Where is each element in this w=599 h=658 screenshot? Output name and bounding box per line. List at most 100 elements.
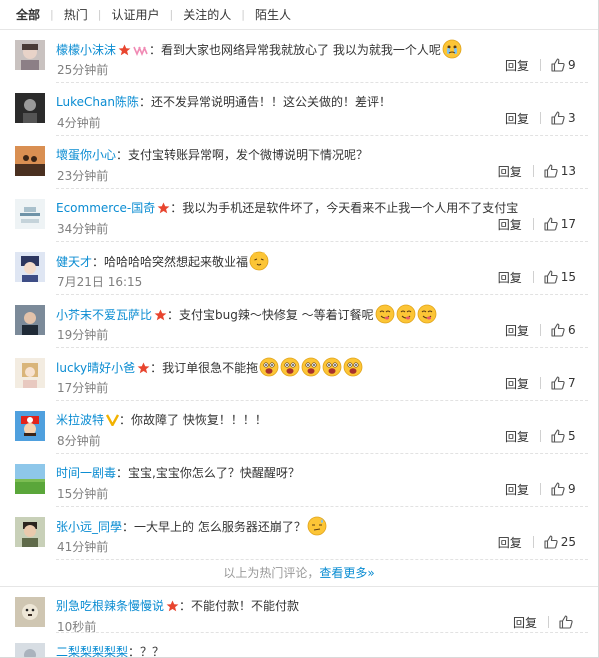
- reply-button[interactable]: 回复: [505, 110, 529, 127]
- reply-button[interactable]: 回复: [498, 163, 522, 180]
- comment-actions: 回复 3: [505, 109, 576, 127]
- like-button[interactable]: 7: [551, 376, 576, 390]
- like-thumb-icon[interactable]: [544, 164, 558, 178]
- like-button[interactable]: 9: [551, 482, 576, 496]
- user-avatar[interactable]: [15, 517, 45, 547]
- user-avatar[interactable]: [15, 643, 45, 657]
- like-thumb-icon[interactable]: [544, 535, 558, 549]
- like-thumb-icon[interactable]: [544, 270, 558, 284]
- user-avatar[interactable]: [15, 252, 45, 282]
- view-more-link[interactable]: 查看更多»: [319, 566, 374, 580]
- vip-member-icon: [133, 46, 148, 56]
- action-divider: [540, 59, 541, 71]
- reply-button[interactable]: 回复: [505, 481, 529, 498]
- verified-star-icon: [166, 600, 179, 612]
- reply-button[interactable]: 回复: [498, 534, 522, 551]
- like-button[interactable]: 6: [551, 323, 576, 337]
- username-link[interactable]: Ecommerce-国奇: [56, 201, 155, 215]
- user-avatar[interactable]: [15, 40, 45, 70]
- hot-footer-text: 以上为热门评论，: [223, 566, 320, 580]
- comment-item: 时间一剧毒：宝宝,宝宝你怎么了？快醒醒呀？ 15分钟前 回复 9: [0, 454, 598, 507]
- comment-text: ：支付宝转账异常啊，发个微博说明下情况呢？: [116, 148, 369, 162]
- username-link[interactable]: 米拉波特: [56, 413, 104, 427]
- tab-verified[interactable]: 认证用户: [111, 6, 159, 23]
- username-link[interactable]: 别急吃根辣条慢慢说: [56, 599, 164, 613]
- username-link[interactable]: LukeChan陈陈: [56, 95, 139, 109]
- comment-item: Ecommerce-国奇 ：我以为手机还是软件坏了，今天看来不止我一个人用不了支付…: [0, 189, 598, 242]
- like-count: 17: [560, 217, 576, 231]
- reply-button[interactable]: 回复: [505, 375, 529, 392]
- reply-button[interactable]: 回复: [505, 322, 529, 339]
- like-count: 7: [568, 376, 576, 390]
- user-avatar[interactable]: [15, 358, 45, 388]
- username-link[interactable]: 檬檬小沫沫: [56, 43, 116, 57]
- like-thumb-icon[interactable]: [551, 323, 565, 337]
- like-button[interactable]: 3: [551, 111, 576, 125]
- reply-button[interactable]: 回复: [513, 614, 537, 631]
- tab-all[interactable]: 全部: [16, 6, 40, 23]
- comment-item: 张小远_同學：一大早上的 怎么服务器还崩了？ 41分钟前 回复 25: [0, 507, 598, 560]
- like-button[interactable]: [559, 615, 576, 629]
- shock-emoji-icon: [322, 357, 342, 377]
- comment-text: ：你故障了 快恢复！！！！: [119, 413, 267, 427]
- like-count: 9: [568, 482, 576, 496]
- comment-actions: 回复 15: [498, 268, 576, 286]
- user-avatar[interactable]: [15, 93, 45, 123]
- comment-time: 25分钟前: [57, 63, 109, 77]
- username-link[interactable]: lucky晴好小爸: [56, 361, 135, 375]
- like-button[interactable]: 25: [544, 535, 576, 549]
- comment-text: ：？？: [128, 645, 165, 658]
- like-thumb-icon[interactable]: [551, 376, 565, 390]
- comment-text: ：我订单很急不能拖: [150, 361, 259, 375]
- action-divider: [548, 616, 549, 628]
- username-link[interactable]: 时间一剧毒: [56, 466, 116, 480]
- reply-button[interactable]: 回复: [498, 269, 522, 286]
- like-thumb-icon[interactable]: [559, 615, 573, 629]
- like-button[interactable]: 9: [551, 58, 576, 72]
- comment-text: ：哈哈哈哈突然想起来敬业福: [92, 255, 249, 269]
- comment-actions: 回复 6: [505, 321, 576, 339]
- like-button[interactable]: 13: [544, 164, 576, 178]
- like-button[interactable]: 15: [544, 270, 576, 284]
- like-thumb-icon[interactable]: [544, 217, 558, 231]
- yum-emoji-icon: [396, 304, 416, 324]
- user-avatar[interactable]: [15, 464, 45, 494]
- username-link[interactable]: 二梨梨梨梨梨: [56, 645, 128, 657]
- hot-comment-list: 檬檬小沫沫 ：看到大家也网络异常我就放心了 我以为就我一个人呢 25分钟前 回复 9 Lu…: [0, 30, 598, 560]
- like-count: 6: [568, 323, 576, 337]
- like-button[interactable]: 5: [551, 429, 576, 443]
- action-divider: [540, 483, 541, 495]
- tab-hot[interactable]: 热门: [64, 6, 88, 23]
- user-avatar[interactable]: [15, 411, 45, 441]
- comment-item: 小芥末不爱瓦萨比 ：支付宝bug辣～快修复 ～等着订餐呢 19分钟前 回复 6: [0, 295, 598, 348]
- username-link[interactable]: 张小远_同學: [56, 520, 122, 534]
- tab-following[interactable]: 关注的人: [183, 6, 231, 23]
- like-thumb-icon[interactable]: [551, 429, 565, 443]
- comment-time: 4分钟前: [57, 116, 101, 130]
- like-thumb-icon[interactable]: [551, 111, 565, 125]
- like-thumb-icon[interactable]: [551, 58, 565, 72]
- reply-button[interactable]: 回复: [505, 57, 529, 74]
- comment-line: 别急吃根辣条慢慢说 ：不能付款！不能付款: [56, 596, 588, 616]
- reply-button[interactable]: 回复: [505, 428, 529, 445]
- comment-actions: 回复 9: [505, 480, 576, 498]
- comment-item: 米拉波特 ：你故障了 快恢复！！！！ 8分钟前 回复 5: [0, 401, 598, 454]
- like-thumb-icon[interactable]: [551, 482, 565, 496]
- like-button[interactable]: 17: [544, 217, 576, 231]
- reply-button[interactable]: 回复: [498, 216, 522, 233]
- user-avatar[interactable]: [15, 199, 45, 229]
- user-avatar[interactable]: [15, 597, 45, 627]
- shock-emoji-icon: [280, 357, 300, 377]
- like-count: 25: [560, 535, 576, 549]
- username-link[interactable]: 健天才: [56, 255, 92, 269]
- username-link[interactable]: 小芥末不爱瓦萨比: [56, 308, 152, 322]
- comment-time: 41分钟前: [57, 540, 109, 554]
- comment-actions: 回复: [513, 613, 576, 631]
- tab-strangers[interactable]: 陌生人: [255, 6, 291, 23]
- comment-actions: 回复 5: [505, 427, 576, 445]
- user-avatar[interactable]: [15, 305, 45, 335]
- username-link[interactable]: 壞蛋你小心: [56, 148, 116, 162]
- user-avatar[interactable]: [15, 146, 45, 176]
- action-divider: [540, 324, 541, 336]
- verified-star-icon: [137, 362, 150, 374]
